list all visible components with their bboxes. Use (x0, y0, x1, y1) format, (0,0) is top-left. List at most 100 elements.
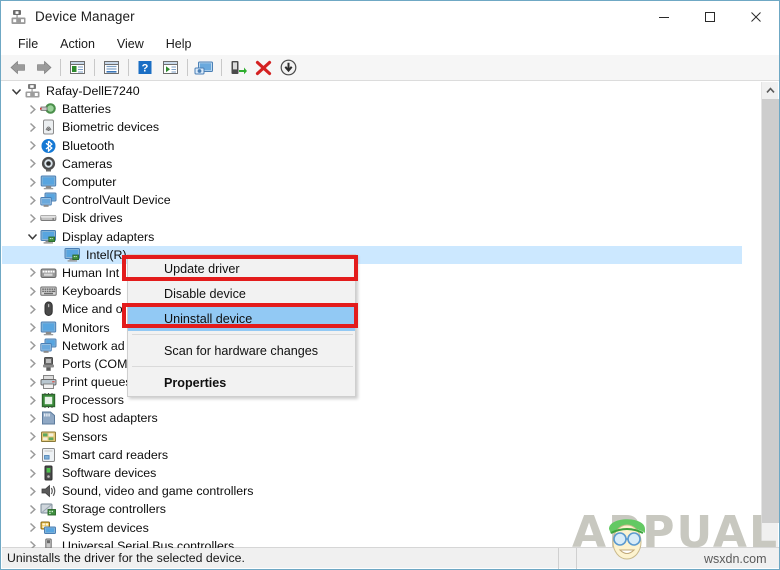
tree-node-monitors[interactable]: Monitors (2, 318, 762, 336)
context-menu[interactable]: Update driver Disable device Uninstall dev… (127, 254, 356, 397)
tree-node-batteries[interactable]: Batteries (2, 100, 762, 118)
chevron-right-icon[interactable] (24, 138, 40, 154)
tree-node-storage-controllers[interactable]: Storage controllers (2, 500, 762, 518)
toolbar: ? (1, 55, 779, 81)
update-driver-icon[interactable] (226, 57, 250, 79)
tree-node-bluetooth[interactable]: Bluetooth (2, 137, 762, 155)
chevron-right-icon[interactable] (24, 429, 40, 445)
tree-node-mice-and-o[interactable]: Mice and o (2, 300, 762, 318)
menu-file[interactable]: File (7, 35, 49, 53)
tree-node-display-adapters[interactable]: Display adapters (2, 228, 762, 246)
tree-node-disk-drives[interactable]: Disk drives (2, 209, 762, 227)
speaker-icon (40, 483, 57, 499)
port-icon (40, 356, 57, 372)
storage-controller-icon (40, 501, 57, 517)
context-menu-item-update-driver[interactable]: Update driver (128, 256, 355, 281)
hid-icon (40, 265, 57, 281)
toolbar-separator (221, 59, 222, 76)
tree-node-human-int[interactable]: Human Int (2, 264, 762, 282)
tree-node-network-ad[interactable]: Network ad (2, 337, 762, 355)
tree-node-controlvault-device[interactable]: ControlVault Device (2, 191, 762, 209)
menu-view[interactable]: View (106, 35, 155, 53)
chevron-right-icon[interactable] (24, 338, 40, 354)
forward-icon[interactable] (31, 57, 55, 79)
tree-node-label: SD host adapters (62, 411, 158, 426)
tree-node-sd-host-adapters[interactable]: SD host adapters (2, 409, 762, 427)
printer-icon (40, 374, 57, 390)
chevron-right-icon[interactable] (24, 192, 40, 208)
context-menu-item-scan-for-hardware-changes[interactable]: Scan for hardware changes (128, 338, 355, 363)
tree-node-label: ControlVault Device (62, 193, 171, 208)
device-tree[interactable]: Rafay-DellE7240 Batteries Biometric device… (2, 82, 762, 548)
tree-node-biometric-devices[interactable]: Biometric devices (2, 118, 762, 136)
menu-action[interactable]: Action (49, 35, 106, 53)
display-adapter-icon (64, 247, 81, 263)
chevron-down-icon[interactable] (8, 83, 24, 99)
network-monitor-icon (40, 338, 57, 354)
scrollbar-thumb[interactable] (762, 99, 779, 523)
monitor-icon (40, 174, 57, 190)
tree-node-label: Cameras (62, 156, 113, 171)
chevron-right-icon[interactable] (24, 374, 40, 390)
chevron-right-icon[interactable] (24, 301, 40, 317)
scan-for-hardware-changes-icon[interactable] (192, 57, 216, 79)
chevron-right-icon[interactable] (24, 174, 40, 190)
chevron-right-icon[interactable] (24, 538, 40, 548)
tree-node-processors[interactable]: Processors (2, 391, 762, 409)
tree-node-keyboards[interactable]: Keyboards (2, 282, 762, 300)
chevron-right-icon[interactable] (24, 483, 40, 499)
battery-icon (40, 101, 57, 117)
device-manager-window: Device Manager File Action View Help ? R… (0, 0, 780, 570)
tree-node-print-queues[interactable]: Print queues (2, 373, 762, 391)
context-menu-item-disable-device[interactable]: Disable device (128, 281, 355, 306)
view-icon[interactable] (158, 57, 182, 79)
chevron-right-icon[interactable] (24, 320, 40, 336)
chevron-right-icon[interactable] (24, 119, 40, 135)
chevron-right-icon[interactable] (24, 501, 40, 517)
chevron-right-icon[interactable] (24, 265, 40, 281)
close-button[interactable] (733, 1, 779, 32)
tree-node-intel-r[interactable]: Intel(R) (2, 245, 762, 264)
tree-node-cameras[interactable]: Cameras (2, 155, 762, 173)
tree-node-smart-card-readers[interactable]: Smart card readers (2, 446, 762, 464)
chevron-right-icon[interactable] (24, 520, 40, 536)
help-icon[interactable]: ? (133, 57, 157, 79)
computer-root-icon (24, 83, 41, 99)
chevron-right-icon[interactable] (24, 356, 40, 372)
minimize-button[interactable] (641, 1, 687, 32)
tree-node-system-devices[interactable]: System devices (2, 519, 762, 537)
context-menu-item-properties[interactable]: Properties (128, 370, 355, 395)
chevron-right-icon[interactable] (24, 156, 40, 172)
toolbar-separator (187, 59, 188, 76)
chevron-right-icon[interactable] (24, 101, 40, 117)
tree-node-sensors[interactable]: Sensors (2, 428, 762, 446)
back-icon[interactable] (6, 57, 30, 79)
tree-node-ports-com[interactable]: Ports (COM (2, 355, 762, 373)
bluetooth-icon (40, 138, 57, 154)
tree-node-sound-video-and-game-controllers[interactable]: Sound, video and game controllers (2, 482, 762, 500)
vertical-scrollbar[interactable] (761, 82, 779, 548)
tree-node-software-devices[interactable]: Software devices (2, 464, 762, 482)
chevron-right-icon[interactable] (24, 392, 40, 408)
tree-node-label: Rafay-DellE7240 (46, 84, 140, 99)
menu-help[interactable]: Help (155, 35, 203, 53)
chevron-right-icon[interactable] (24, 410, 40, 426)
properties-icon[interactable] (99, 57, 123, 79)
show-hide-console-tree-icon[interactable] (65, 57, 89, 79)
tree-node-computer[interactable]: Computer (2, 173, 762, 191)
chevron-right-icon[interactable] (24, 210, 40, 226)
maximize-button[interactable] (687, 1, 733, 32)
uninstall-device-icon[interactable] (251, 57, 275, 79)
context-menu-item-uninstall-device[interactable]: Uninstall device (128, 306, 355, 331)
tree-node-label: Bluetooth (62, 138, 115, 153)
sd-host-icon (40, 410, 57, 426)
tree-node-rafay-delle7240[interactable]: Rafay-DellE7240 (2, 82, 762, 100)
disable-device-icon[interactable] (276, 57, 300, 79)
chevron-down-icon[interactable] (24, 229, 40, 245)
scroll-up-button[interactable] (762, 82, 779, 99)
chevron-right-icon[interactable] (24, 283, 40, 299)
chevron-right-icon[interactable] (24, 465, 40, 481)
tree-node-label: Sensors (62, 429, 108, 444)
chevron-right-icon[interactable] (24, 447, 40, 463)
disk-drive-icon (40, 210, 57, 226)
